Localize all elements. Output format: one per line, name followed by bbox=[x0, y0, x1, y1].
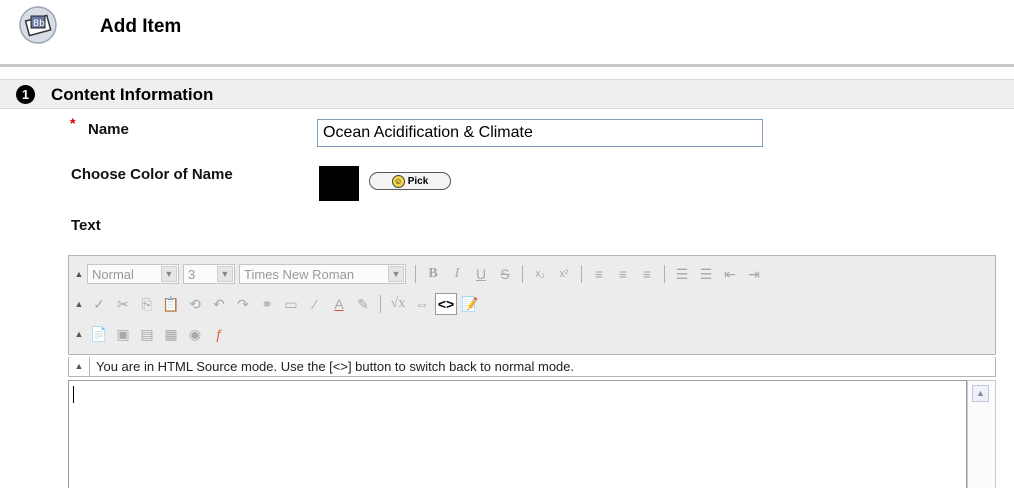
insert-media-icon[interactable]: ▤ bbox=[136, 323, 158, 345]
font-select[interactable]: Times New Roman ▼ bbox=[239, 264, 406, 284]
color-swatch[interactable] bbox=[319, 166, 359, 201]
draw-line-icon[interactable]: ⁄ bbox=[304, 293, 326, 315]
text-label: Text bbox=[71, 217, 101, 234]
insert-link-icon[interactable]: ⚭ bbox=[256, 293, 278, 315]
toolbar-separator bbox=[380, 295, 381, 313]
pick-label: Pick bbox=[407, 175, 429, 187]
text-cursor bbox=[73, 386, 74, 403]
chevron-down-icon: ▼ bbox=[388, 266, 404, 282]
required-indicator: * bbox=[70, 115, 76, 131]
insert-audio-icon[interactable]: ◉ bbox=[184, 323, 206, 345]
pick-color-button[interactable]: ☺ Pick bbox=[369, 172, 451, 190]
palette-icon: ☺ bbox=[391, 174, 405, 188]
collapse-row-icon[interactable]: ▲ bbox=[73, 269, 85, 279]
toolbar-separator bbox=[664, 265, 665, 283]
toolbar-separator bbox=[415, 265, 416, 283]
flash-icon[interactable]: ƒ bbox=[208, 323, 230, 345]
vertical-scrollbar[interactable]: ▲ bbox=[967, 380, 996, 488]
toolbar-separator bbox=[581, 265, 582, 283]
svg-text:Bb: Bb bbox=[33, 19, 45, 29]
collapse-status-icon[interactable]: ▲ bbox=[69, 357, 90, 376]
preview-icon[interactable]: 📝 bbox=[459, 293, 481, 315]
bulleted-list-icon[interactable]: ☰ bbox=[695, 263, 717, 285]
size-select[interactable]: 3 ▼ bbox=[183, 264, 235, 284]
size-select-value: 3 bbox=[188, 266, 196, 282]
chevron-down-icon: ▼ bbox=[161, 266, 177, 282]
chevron-down-icon: ▼ bbox=[217, 266, 233, 282]
status-text: You are in HTML Source mode. Use the [<>… bbox=[96, 359, 575, 374]
ordered-list-icon[interactable]: ☰ bbox=[671, 263, 693, 285]
paste-icon[interactable]: 📋 bbox=[160, 293, 182, 315]
align-left-icon[interactable]: ≡ bbox=[588, 263, 610, 285]
subscript-icon[interactable]: x₂ bbox=[529, 263, 551, 285]
insert-image-icon[interactable]: ▣ bbox=[112, 323, 134, 345]
format-select-value: Normal bbox=[92, 266, 134, 282]
spellcheck-icon[interactable]: ✓ bbox=[88, 293, 110, 315]
toolbar-separator bbox=[522, 265, 523, 283]
redo-icon[interactable]: ↷ bbox=[232, 293, 254, 315]
align-right-icon[interactable]: ≡ bbox=[636, 263, 658, 285]
font-select-value: Times New Roman bbox=[244, 266, 355, 282]
name-label: Name bbox=[88, 121, 129, 138]
section-title: Content Information bbox=[51, 85, 214, 104]
copy-icon[interactable]: ⎘ bbox=[136, 293, 158, 315]
math-equation-icon[interactable]: √x bbox=[387, 293, 409, 315]
collapse-row-icon[interactable]: ▲ bbox=[73, 329, 85, 339]
page-title: Add Item bbox=[100, 16, 182, 37]
add-item-icon: Bb bbox=[18, 5, 58, 45]
superscript-icon[interactable]: x² bbox=[553, 263, 575, 285]
insert-table-icon[interactable]: ▭ bbox=[280, 293, 302, 315]
name-input[interactable] bbox=[317, 119, 763, 147]
underline-icon[interactable]: U bbox=[470, 263, 492, 285]
outdent-icon[interactable]: ⇤ bbox=[719, 263, 741, 285]
scroll-up-icon[interactable]: ▲ bbox=[972, 385, 989, 402]
toolbar-row-3: ▲ 📄 ▣ ▤ ▦ ◉ ƒ bbox=[69, 322, 231, 346]
html-source-button[interactable]: <> bbox=[435, 293, 457, 315]
undo-icon[interactable]: ↶ bbox=[208, 293, 230, 315]
toolbar-row-2: ▲ ✓ ✂ ⎘ 📋 ⟲ ↶ ↷ ⚭ ▭ ⁄ A ✎ √x ⇔ <> 📝 bbox=[69, 292, 482, 316]
indent-icon[interactable]: ⇥ bbox=[743, 263, 765, 285]
paste-text-icon[interactable]: 📄 bbox=[88, 323, 110, 345]
italic-icon[interactable]: I bbox=[446, 263, 468, 285]
insert-file-icon[interactable]: ▦ bbox=[160, 323, 182, 345]
align-center-icon[interactable]: ≡ bbox=[612, 263, 634, 285]
link-icon[interactable]: ⟲ bbox=[184, 293, 206, 315]
step-number: 1 bbox=[16, 85, 35, 104]
bold-icon[interactable]: B bbox=[422, 263, 444, 285]
highlight-icon[interactable]: ✎ bbox=[352, 293, 374, 315]
text-color-icon[interactable]: A bbox=[328, 293, 350, 315]
format-select[interactable]: Normal ▼ bbox=[87, 264, 179, 284]
editor-toolbar: ▲ Normal ▼ 3 ▼ Times New Roman ▼ B I U S… bbox=[68, 255, 996, 355]
cut-icon[interactable]: ✂ bbox=[112, 293, 134, 315]
strikethrough-icon[interactable]: S bbox=[494, 263, 516, 285]
toolbar-row-1: ▲ Normal ▼ 3 ▼ Times New Roman ▼ B I U S… bbox=[69, 262, 766, 286]
editor-status-bar: ▲ You are in HTML Source mode. Use the [… bbox=[68, 357, 996, 377]
html-toggle-icon[interactable]: ⇔ bbox=[411, 293, 433, 315]
text-editor-area[interactable] bbox=[68, 380, 967, 488]
collapse-row-icon[interactable]: ▲ bbox=[73, 299, 85, 309]
color-label: Choose Color of Name bbox=[71, 166, 233, 183]
header-divider bbox=[0, 64, 1014, 67]
